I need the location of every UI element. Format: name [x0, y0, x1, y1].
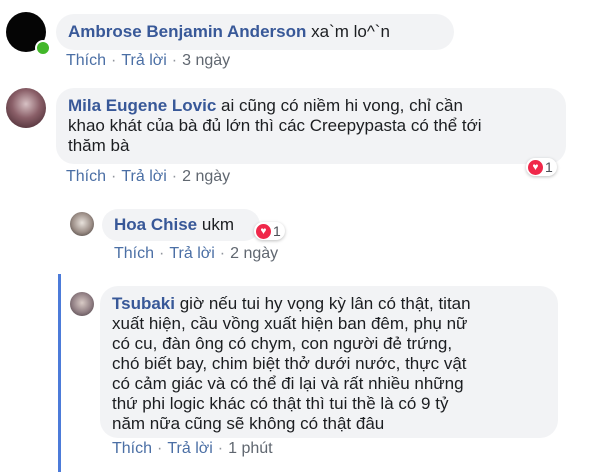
- comment-actions: Thích · Trả lời · 2 ngày: [114, 245, 278, 263]
- comment-text: xa`m lo^`n: [311, 22, 390, 41]
- timestamp[interactable]: 3 ngày: [182, 52, 230, 69]
- avatar[interactable]: [70, 292, 94, 316]
- separator-dot: ·: [157, 440, 163, 457]
- like-link[interactable]: Thích: [112, 440, 152, 457]
- comment-bubble: Ambrose Benjamin Anderson xa`m lo^`n: [56, 14, 454, 50]
- comment-text: có cu, đàn ông có chym, con người đẻ trứ…: [112, 334, 453, 353]
- comment-actions: Thích · Trả lời · 2 ngày: [66, 168, 230, 186]
- comment-text: xuất hiện, cầu vồng xuất hiện ban đêm, p…: [112, 314, 468, 333]
- comment-author[interactable]: Ambrose Benjamin Anderson: [68, 22, 306, 41]
- timestamp[interactable]: 2 ngày: [182, 168, 230, 185]
- reply-link[interactable]: Trả lời: [121, 168, 166, 185]
- comment-text: ukm: [201, 215, 234, 234]
- reply-link[interactable]: Trả lời: [169, 245, 214, 262]
- comment-text: ai cũng có niềm hi vong, chỉ cần: [221, 96, 463, 115]
- comment-bubble: Mila Eugene Lovic ai cũng có niềm hi von…: [56, 88, 566, 164]
- like-link[interactable]: Thích: [66, 168, 106, 185]
- reaction-count[interactable]: ♥ 1: [254, 222, 285, 240]
- avatar[interactable]: [70, 212, 94, 236]
- comment-text: thăm bà: [68, 136, 130, 155]
- timestamp[interactable]: 2 ngày: [230, 245, 278, 262]
- reaction-count[interactable]: ♥ 1: [526, 158, 557, 176]
- reply-link[interactable]: Trả lời: [167, 440, 212, 457]
- comment-author[interactable]: Tsubaki: [112, 294, 175, 313]
- comment-text: năm nữa cũng sẽ không có thật đâu: [112, 414, 385, 433]
- separator-dot: ·: [111, 168, 117, 185]
- online-status-icon: [35, 40, 51, 56]
- separator-dot: ·: [171, 52, 178, 69]
- like-link[interactable]: Thích: [66, 52, 106, 69]
- comment-author[interactable]: Mila Eugene Lovic: [68, 96, 216, 115]
- comment-actions: Thích · Trả lời · 1 phút: [112, 440, 273, 458]
- comment-text: chó biết bay, chim biệt thở dưới nước, t…: [112, 354, 467, 373]
- comment-author[interactable]: Hoa Chise: [114, 215, 197, 234]
- comment-bubble: Tsubaki giờ nếu tui hy vọng kỳ lân có th…: [100, 286, 558, 438]
- comment-text: giờ nếu tui hy vọng kỳ lân có thật, tita…: [179, 294, 471, 313]
- heart-icon: ♥: [256, 223, 271, 239]
- avatar[interactable]: [6, 88, 46, 128]
- separator-dot: ·: [171, 168, 178, 185]
- separator-dot: ·: [217, 440, 224, 457]
- comment-text: khao khát của bà đủ lớn thì các Creepypa…: [68, 116, 482, 135]
- comment-actions: Thích · Trả lời · 3 ngày: [66, 52, 230, 70]
- reply-link[interactable]: Trả lời: [121, 52, 166, 69]
- heart-icon: ♥: [528, 159, 543, 175]
- separator-dot: ·: [111, 52, 117, 69]
- comment-text: có cảm giác và có thể đi lại và rất nhiề…: [112, 374, 464, 393]
- timestamp[interactable]: 1 phút: [228, 440, 272, 457]
- comment-text: thứ phi logic khác có thật thì tui thề l…: [112, 394, 449, 413]
- separator-dot: ·: [219, 245, 226, 262]
- separator-dot: ·: [159, 245, 165, 262]
- thread-indicator: [58, 274, 61, 472]
- like-link[interactable]: Thích: [114, 245, 154, 262]
- comment-bubble: Hoa Chise ukm: [102, 209, 260, 241]
